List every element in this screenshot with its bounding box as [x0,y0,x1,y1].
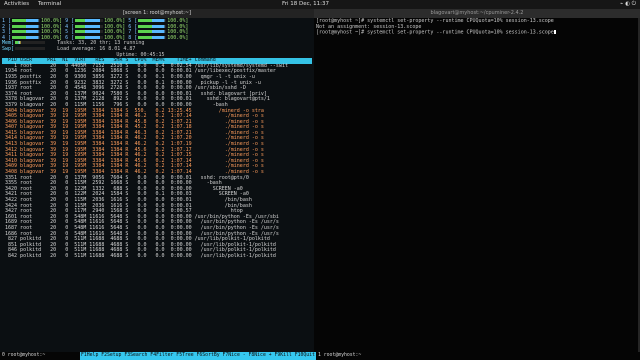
cpu-bar [12,30,41,34]
swap-bar [15,46,46,50]
htop-function-keys[interactable]: F1Help F2Setup F3Search F4Filter F5Tree … [80,352,316,360]
screen-tab-left[interactable]: 0 root@myhost:~ [2,352,45,360]
top-bar: Activities Terminal Fri 18 Dec, 11:37 ⌁ … [0,0,640,9]
activities-button[interactable]: Activities [4,1,29,7]
screen-status-bar: 0 root@myhost:~ F1Help F2Setup F3Search … [0,352,640,360]
right-terminal[interactable]: blagovart@myhost:~/cpuminer-2.4.2 [root@… [314,9,640,352]
screen-tab-right[interactable]: 1 root@myhost:~ [318,352,361,360]
cpu-bar [75,19,104,22]
cpu-bar [138,19,167,22]
cpu-value: 100.0%] [167,34,189,41]
terminal-cursor[interactable] [553,30,556,35]
cpu-bar [12,19,41,22]
shell-output: [root@myhost ~]# systemctl set-property … [314,18,640,37]
cpu-bar [75,30,104,34]
left-terminal-title: [screen 1: root@myhost:~] [0,9,314,18]
htop-output: 1 [100.0%] 9 [100.0%] 5 [100.0%] 2 [100.0… [0,18,314,261]
right-terminal-title: blagovart@myhost:~/cpuminer-2.4.2 [314,9,640,18]
cpu-bar [138,24,167,28]
cpu-bar [138,35,167,39]
status-icons[interactable]: ⌁ ◐ ⏻ [620,1,636,8]
process-row[interactable]: 842 polkitd 20 0 511M 11688 4688 S 0.0 0… [2,253,312,260]
cpu-bar [12,24,41,28]
cpu-bar [75,24,104,28]
clock: Fri 18 Dec, 11:37 [282,1,330,7]
command-prompt-line: [root@myhost ~]# systemctl set-property … [316,29,556,36]
cpu-bar [75,35,104,39]
terminal-app-menu[interactable]: Terminal [38,1,61,7]
left-terminal[interactable]: [screen 1: root@myhost:~] 1 [100.0%] 9 [… [0,9,314,352]
memory-bar [15,41,46,45]
cpu-bar [138,30,167,34]
cpu-bar [12,35,41,39]
